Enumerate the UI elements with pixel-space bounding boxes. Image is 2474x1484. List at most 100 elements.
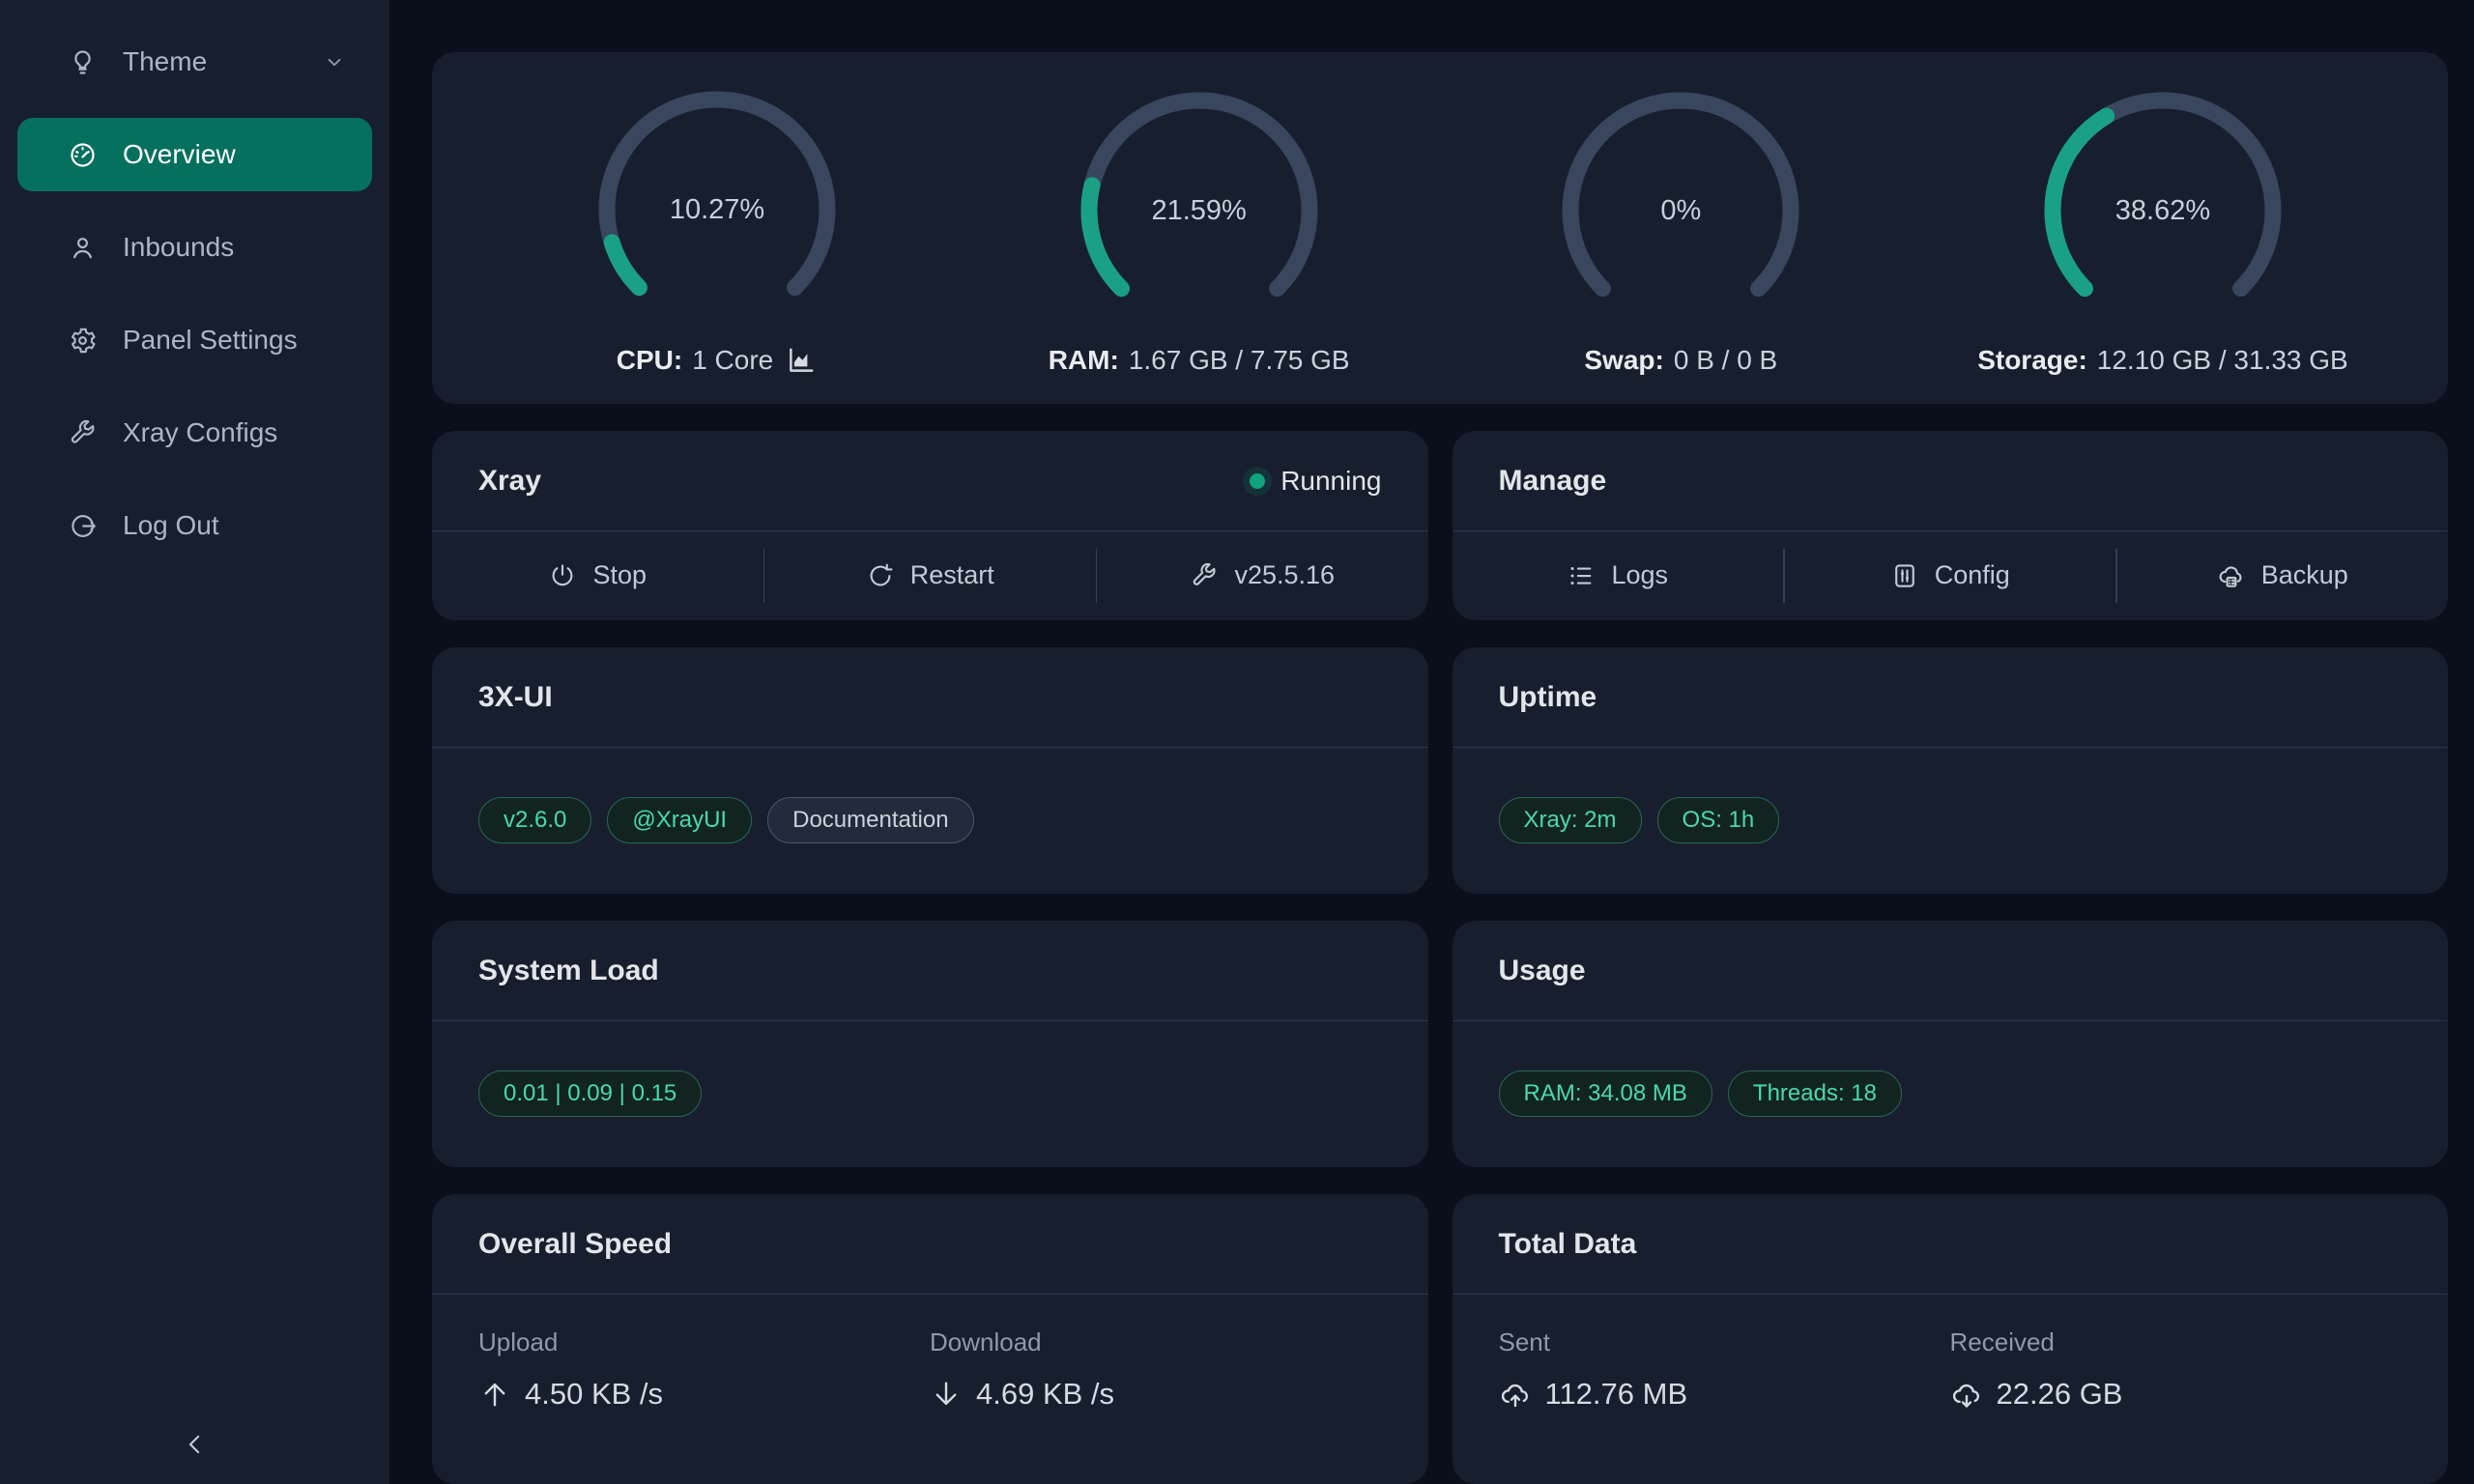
speedometer-icon xyxy=(68,140,98,170)
received-value: 22.26 GB xyxy=(1950,1377,2402,1412)
sidebar: Theme Overview Inbounds Panel Settings X… xyxy=(0,0,389,1484)
usage-card: Usage RAM: 34.08 MB Threads: 18 xyxy=(1453,921,2449,1167)
sidebar-collapse-button[interactable] xyxy=(0,1430,389,1459)
xray-card-title: Xray xyxy=(478,465,541,498)
received-stat: Received 22.26 GB xyxy=(1950,1327,2402,1412)
swap-gauge: 0% Swap: 0 B / 0 B xyxy=(1545,80,1816,376)
xray-actions: Stop Restart v25.5.16 xyxy=(432,531,1428,619)
xui-tags: v2.6.0 @XrayUI Documentation xyxy=(432,748,1428,893)
cpu-gauge: 10.27% CPU: 1 Core xyxy=(582,79,852,377)
logout-icon xyxy=(68,511,98,541)
xray-status-text: Running xyxy=(1280,466,1381,497)
xray-card: Xray Running Stop Res xyxy=(432,431,1428,620)
restart-button[interactable]: Restart xyxy=(764,560,1096,590)
received-label: Received xyxy=(1950,1327,2402,1357)
sent-value: 112.76 MB xyxy=(1499,1377,1950,1412)
xray-version-button[interactable]: v25.5.16 xyxy=(1097,560,1428,590)
download-value: 4.69 KB /s xyxy=(930,1377,1381,1412)
cloud-download-icon xyxy=(1950,1378,1983,1411)
upload-stat: Upload 4.50 KB /s xyxy=(478,1327,930,1412)
cpu-chart-icon[interactable] xyxy=(785,344,818,377)
uptime-card-header: Uptime xyxy=(1453,647,2449,748)
version-tag[interactable]: v2.6.0 xyxy=(478,797,591,843)
cpu-percent: 10.27% xyxy=(596,89,838,330)
running-status-dot xyxy=(1250,473,1265,489)
logs-button[interactable]: Logs xyxy=(1453,560,1784,590)
gear-icon xyxy=(68,326,98,356)
arrow-down-icon xyxy=(930,1378,963,1411)
restart-icon xyxy=(866,561,895,590)
os-uptime-tag: OS: 1h xyxy=(1657,797,1780,843)
chevron-left-icon xyxy=(181,1430,210,1459)
upload-value: 4.50 KB /s xyxy=(478,1377,930,1412)
manage-card-header: Manage xyxy=(1453,431,2449,531)
uptime-card: Uptime Xray: 2m OS: 1h xyxy=(1453,647,2449,894)
sidebar-item-xray-configs[interactable]: Xray Configs xyxy=(17,396,372,470)
swap-gauge-ring: 0% xyxy=(1560,90,1801,331)
sidebar-item-label: Panel Settings xyxy=(123,325,298,356)
usage-tags: RAM: 34.08 MB Threads: 18 xyxy=(1453,1021,2449,1166)
threads-tag: Threads: 18 xyxy=(1728,1070,1902,1117)
sidebar-item-panel-settings[interactable]: Panel Settings xyxy=(17,303,372,377)
system-load-card-header: System Load xyxy=(432,921,1428,1021)
total-data-card: Total Data Sent 112.76 MB Received xyxy=(1453,1194,2449,1484)
manage-card: Manage Logs xyxy=(1453,431,2449,620)
total-data-card-title: Total Data xyxy=(1499,1228,1637,1261)
xray-status-badge: Running xyxy=(1250,466,1381,497)
sent-label: Sent xyxy=(1499,1327,1950,1357)
overall-speed-card: Overall Speed Upload 4.50 KB /s Download xyxy=(432,1194,1428,1484)
upload-label: Upload xyxy=(478,1327,930,1357)
sidebar-item-overview[interactable]: Overview xyxy=(17,118,372,191)
download-label: Download xyxy=(930,1327,1381,1357)
wrench-icon xyxy=(68,418,98,448)
ram-usage-tag: RAM: 34.08 MB xyxy=(1499,1070,1712,1117)
system-load-tags: 0.01 | 0.09 | 0.15 xyxy=(432,1021,1428,1166)
storage-gauge: 38.62% Storage: 12.10 GB / 31.33 GB xyxy=(2028,80,2298,376)
total-data-card-header: Total Data xyxy=(1453,1194,2449,1295)
sidebar-item-inbounds[interactable]: Inbounds xyxy=(17,211,372,284)
sent-stat: Sent 112.76 MB xyxy=(1499,1327,1950,1412)
sidebar-item-label: Xray Configs xyxy=(123,417,277,448)
stop-button[interactable]: Stop xyxy=(432,560,763,590)
xui-card: 3X-UI v2.6.0 @XrayUI Documentation xyxy=(432,647,1428,894)
xray-card-header: Xray Running xyxy=(432,431,1428,531)
backup-button[interactable]: Backup xyxy=(2117,560,2449,590)
cloud-upload-icon xyxy=(1499,1378,1532,1411)
uptime-tags: Xray: 2m OS: 1h xyxy=(1453,748,2449,893)
sidebar-item-label: Inbounds xyxy=(123,232,234,263)
swap-percent: 0% xyxy=(1560,90,1801,331)
ram-gauge-ring: 21.59% xyxy=(1079,90,1320,331)
manage-card-title: Manage xyxy=(1499,465,1607,498)
total-data-body: Sent 112.76 MB Received xyxy=(1453,1295,2449,1412)
ram-gauge: 21.59% RAM: 1.67 GB / 7.75 GB xyxy=(1064,80,1335,376)
sidebar-item-log-out[interactable]: Log Out xyxy=(17,489,372,562)
usage-card-header: Usage xyxy=(1453,921,2449,1021)
storage-gauge-ring: 38.62% xyxy=(2042,90,2284,331)
documentation-tag[interactable]: Documentation xyxy=(767,797,973,843)
sidebar-item-theme[interactable]: Theme xyxy=(17,25,372,99)
uptime-card-title: Uptime xyxy=(1499,681,1597,714)
cpu-gauge-ring: 10.27% xyxy=(596,89,838,330)
list-icon xyxy=(1567,561,1596,590)
main-content: 10.27% CPU: 1 Core 21.59% RAM: xyxy=(389,0,2474,1484)
arrow-up-icon xyxy=(478,1378,511,1411)
xui-card-header: 3X-UI xyxy=(432,647,1428,748)
overall-speed-body: Upload 4.50 KB /s Download 4.69 K xyxy=(432,1295,1428,1412)
xrayui-tag[interactable]: @XrayUI xyxy=(607,797,752,843)
config-button[interactable]: Config xyxy=(1785,560,2116,590)
cloud-server-icon xyxy=(2217,561,2246,590)
system-gauges-card: 10.27% CPU: 1 Core 21.59% RAM: xyxy=(432,52,2448,404)
xray-uptime-tag: Xray: 2m xyxy=(1499,797,1642,843)
bulb-icon xyxy=(68,47,98,77)
sidebar-item-label: Theme xyxy=(123,46,207,77)
load-average-tag: 0.01 | 0.09 | 0.15 xyxy=(478,1070,702,1117)
swap-label: Swap: 0 B / 0 B xyxy=(1584,345,1777,376)
wrench-icon xyxy=(1190,561,1219,590)
download-stat: Download 4.69 KB /s xyxy=(930,1327,1381,1412)
manage-actions: Logs Config xyxy=(1453,531,2449,619)
power-icon xyxy=(548,561,577,590)
ram-label: RAM: 1.67 GB / 7.75 GB xyxy=(1049,345,1350,376)
xui-card-title: 3X-UI xyxy=(478,681,553,714)
usage-card-title: Usage xyxy=(1499,955,1586,987)
cpu-label: CPU: 1 Core xyxy=(617,344,819,377)
